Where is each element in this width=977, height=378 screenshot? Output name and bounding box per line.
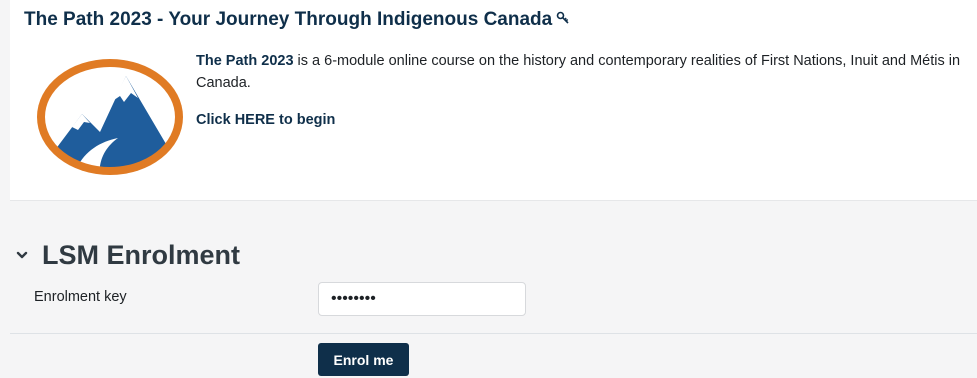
course-name-bold: The Path 2023 xyxy=(196,53,294,69)
course-summary-text: The Path 2023 is a 6-module online cours… xyxy=(196,50,977,94)
begin-here[interactable]: HERE xyxy=(235,112,275,128)
course-title-text[interactable]: The Path 2023 - Your Journey Through Ind… xyxy=(24,9,552,30)
begin-link[interactable]: Click HERE to begin xyxy=(196,109,335,131)
chevron-down-icon[interactable] xyxy=(16,247,28,265)
course-summary: The Path 2023 is a 6-module online cours… xyxy=(196,50,977,131)
enrolment-section-header[interactable]: LSM Enrolment xyxy=(16,240,240,271)
enrol-me-button[interactable]: Enrol me xyxy=(318,343,409,376)
begin-pre[interactable]: Click xyxy=(196,112,235,128)
enrolment-section-title: LSM Enrolment xyxy=(42,240,241,270)
course-summary-rest: is a 6-module online course on the histo… xyxy=(196,53,961,91)
mountain-logo-icon xyxy=(34,56,186,183)
course-card: The Path 2023 - Your Journey Through Ind… xyxy=(10,0,977,201)
key-icon xyxy=(556,9,570,31)
form-divider xyxy=(10,333,977,334)
enrolment-key-input[interactable] xyxy=(318,282,526,316)
course-title[interactable]: The Path 2023 - Your Journey Through Ind… xyxy=(24,9,570,31)
enrolment-key-label: Enrolment key xyxy=(34,289,127,305)
begin-post[interactable]: to begin xyxy=(275,112,335,128)
